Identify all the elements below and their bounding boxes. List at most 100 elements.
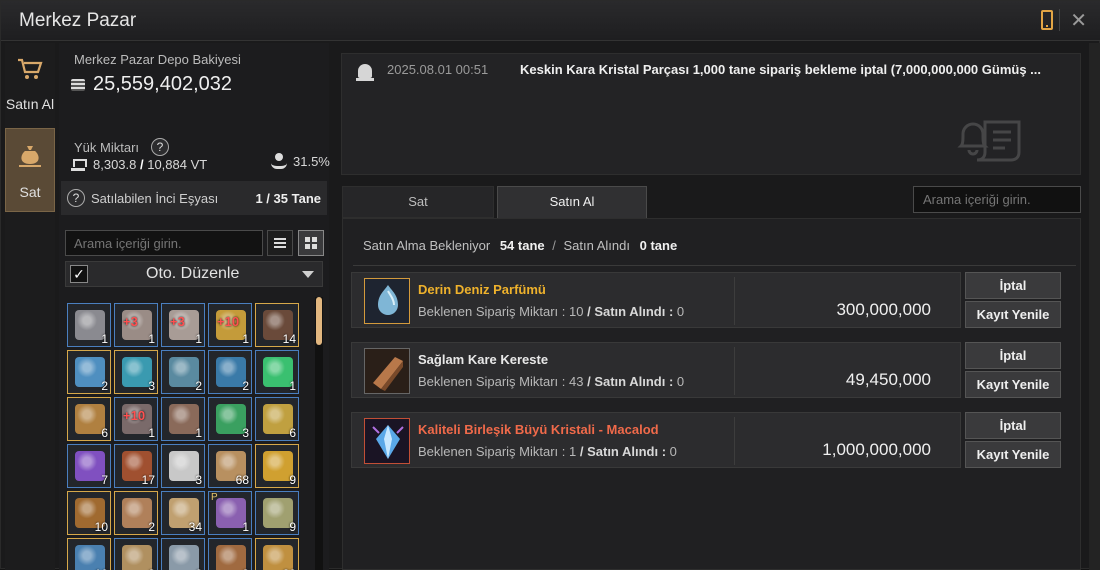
fee-percent: 31.5%: [293, 154, 330, 169]
enhancement-level: +10: [123, 408, 146, 423]
renew-button[interactable]: Kayıt Yenile: [965, 441, 1061, 468]
pearl-items-label: Satılabilen İnci Eşyası: [91, 190, 219, 206]
inventory-slot[interactable]: 2: [114, 491, 158, 535]
list-view-icon[interactable]: [267, 230, 293, 256]
inventory-slot[interactable]: 1: [67, 303, 111, 347]
storage-search-input[interactable]: [65, 230, 263, 256]
divider: [353, 265, 1076, 266]
bought-value: 0: [669, 444, 677, 459]
item-name: Kaliteli Birleşik Büyü Kristali - Macalo…: [418, 422, 659, 437]
order-price: 1,000,000,000: [822, 440, 931, 459]
weight-max: 10,884 VT: [147, 157, 208, 172]
inventory-slot[interactable]: 1: [161, 397, 205, 441]
bought-count: 0 tane: [639, 238, 678, 253]
notification-text: Keskin Kara Kristal Parçası 1,000 tane s…: [520, 62, 1042, 77]
tab-buy-orders[interactable]: Satın Al: [497, 186, 647, 218]
order-details: Beklenen Sipariş Miktarı : 43 / Satın Al…: [418, 374, 684, 389]
inventory-slot[interactable]: +10 1: [208, 303, 252, 347]
auto-arrange-dropdown[interactable]: ✓ Oto. Düzenle: [65, 261, 323, 287]
close-icon[interactable]: ✕: [1070, 8, 1087, 33]
weight-separator: /: [136, 157, 148, 172]
item-quantity: 1: [242, 520, 249, 534]
pearl-items-bar: ? Satılabilen İnci Eşyası 1 / 35 Tane: [61, 181, 327, 215]
inventory-slot[interactable]: 8: [114, 538, 158, 570]
inventory-slot[interactable]: 3: [114, 350, 158, 394]
tab-sell[interactable]: Sat: [5, 128, 55, 212]
inventory-scrollbar[interactable]: [315, 297, 323, 570]
inventory-slot[interactable]: 3: [208, 397, 252, 441]
inventory-slot[interactable]: 7: [67, 444, 111, 488]
item-thumbnail: [364, 278, 410, 324]
notification-panel: 2025.08.01 00:51 Keskin Kara Kristal Par…: [341, 53, 1081, 175]
item-quantity: 2: [242, 379, 249, 393]
item-quantity: 10: [94, 520, 108, 534]
cancel-button[interactable]: İptal: [965, 272, 1061, 299]
inventory-slot[interactable]: 2: [161, 350, 205, 394]
item-name: Derin Deniz Parfümü: [418, 282, 546, 297]
inventory-slot[interactable]: 6: [161, 538, 205, 570]
item-thumbnail: [364, 418, 410, 464]
inventory-slot[interactable]: 2: [208, 350, 252, 394]
item-quantity: 2: [195, 379, 202, 393]
help-icon[interactable]: ?: [151, 138, 170, 156]
inventory-slot[interactable]: P1: [208, 491, 252, 535]
balance-row: 25,559,402,032: [71, 73, 232, 96]
inventory-slot[interactable]: 17: [114, 444, 158, 488]
order-search-input[interactable]: [913, 186, 1081, 213]
item-quantity: 68: [235, 473, 249, 487]
timber-plank-icon: [365, 349, 409, 393]
pearl-items-count: 1 / 35 Tane: [255, 191, 321, 206]
inventory-slot[interactable]: 10: [67, 491, 111, 535]
item-quantity: 7: [101, 473, 108, 487]
item-quantity: 9: [289, 473, 296, 487]
inventory-slot[interactable]: +10 1: [114, 397, 158, 441]
cancel-button[interactable]: İptal: [965, 342, 1061, 369]
inventory-slot[interactable]: 20: [255, 538, 299, 570]
auto-arrange-checkbox[interactable]: ✓: [70, 265, 88, 283]
inventory-slot[interactable]: 3: [161, 444, 205, 488]
inventory-slot[interactable]: 68: [208, 444, 252, 488]
item-quantity: 1: [101, 332, 108, 346]
weight-row: 8,303.8 / 10,884 VT: [71, 157, 207, 172]
renew-button[interactable]: Kayıt Yenile: [965, 371, 1061, 398]
enhancement-level: +3: [123, 314, 138, 329]
item-quantity: 9: [289, 520, 296, 534]
mobile-phone-icon[interactable]: [1041, 10, 1053, 30]
chevron-down-icon: [302, 271, 314, 278]
inventory-slot[interactable]: 9: [255, 444, 299, 488]
window-title: Merkez Pazar: [19, 10, 137, 31]
inventory-slot[interactable]: 1: [255, 350, 299, 394]
item-quantity: 14: [282, 332, 296, 346]
item-quantity: 3: [242, 426, 249, 440]
inventory-slot[interactable]: 14: [255, 303, 299, 347]
item-quantity: 2: [101, 379, 108, 393]
inventory-slot[interactable]: 2: [67, 350, 111, 394]
row-divider: [734, 277, 735, 325]
bell-icon: [356, 64, 374, 81]
tab-sell-orders[interactable]: Sat: [342, 186, 494, 218]
renew-button[interactable]: Kayıt Yenile: [965, 301, 1061, 328]
order-price: 300,000,000: [836, 300, 931, 319]
row-divider: [734, 417, 735, 465]
inventory-slot[interactable]: 6: [255, 397, 299, 441]
expected-value: 43: [569, 374, 584, 389]
inventory-slot[interactable]: 10: [67, 538, 111, 570]
inventory-slot[interactable]: 9: [255, 491, 299, 535]
tab-buy[interactable]: Satın Al: [5, 43, 55, 127]
money-bag-icon: [6, 143, 54, 176]
grid-view-icon[interactable]: [298, 230, 324, 256]
item-quantity: 1: [289, 379, 296, 393]
inventory-slot[interactable]: 6: [67, 397, 111, 441]
expected-value: 10: [569, 304, 584, 319]
scroll-thumb[interactable]: [316, 297, 322, 345]
inventory-slot[interactable]: 34: [161, 491, 205, 535]
item-thumbnail: [364, 348, 410, 394]
weight-label-row: Yük Miktarı ?: [74, 138, 170, 156]
item-quantity: 1: [195, 332, 202, 346]
inventory-slot[interactable]: 3: [208, 538, 252, 570]
enhancement-level: +3: [170, 314, 185, 329]
inventory-slot[interactable]: +3 1: [114, 303, 158, 347]
inventory-slot[interactable]: +3 1: [161, 303, 205, 347]
help-icon[interactable]: ?: [67, 189, 85, 207]
cancel-button[interactable]: İptal: [965, 412, 1061, 439]
